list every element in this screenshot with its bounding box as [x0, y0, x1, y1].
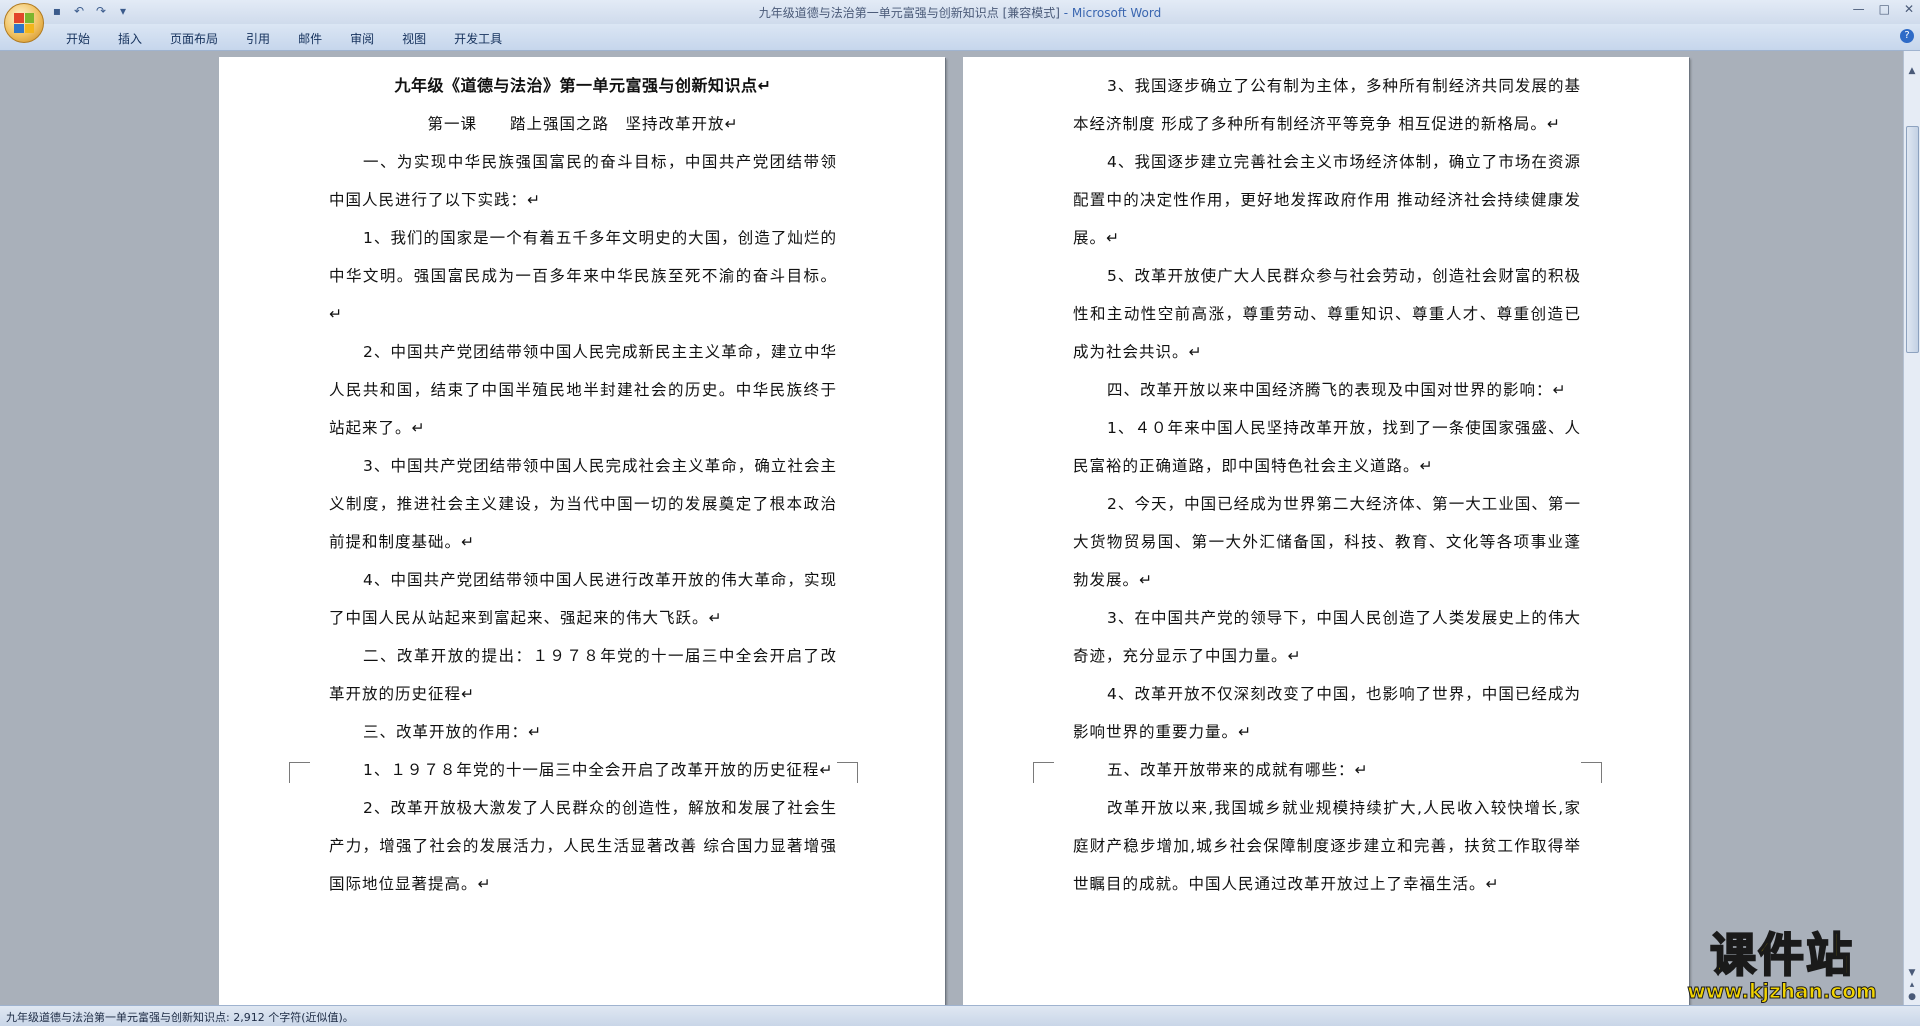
- ribbon-tabs: 开始 插入 页面布局 引用 邮件 审阅 视图 开发工具: [52, 30, 516, 47]
- paragraph: 4、中国共产党团结带领中国人民进行改革开放的伟大革命，实现了中国人民从站起来到富…: [329, 571, 837, 627]
- paragraph: 4、我国逐步建立完善社会主义市场经济体制，确立了市场在资源配置中的决定性作用，更…: [1073, 153, 1581, 247]
- page-1[interactable]: 九年级《道德与法治》第一单元富强与创新知识点↵ 第一课 踏上强国之路 坚持改革开…: [219, 57, 945, 1005]
- paragraph: 四、改革开放以来中国经济腾飞的表现及中国对世界的影响：↵: [1107, 381, 1567, 399]
- crop-mark: [289, 762, 310, 783]
- watermark-title: 课件站: [1709, 928, 1854, 982]
- close-button[interactable]: ✕: [1904, 2, 1914, 16]
- tab-view[interactable]: 视图: [388, 30, 440, 47]
- minimize-button[interactable]: —: [1853, 2, 1865, 16]
- paragraph: 一、为实现中华民族强国富民的奋斗目标，中国共产党团结带领中国人民进行了以下实践：…: [329, 153, 837, 209]
- paragraph: 改革开放以来,我国城乡就业规模持续扩大,人民收入较快增长,家庭财产稳步增加,城乡…: [1073, 799, 1581, 893]
- watermark-url: www.kjzhan.com: [1687, 979, 1878, 1003]
- window-title: 九年级道德与法治第一单元富强与创新知识点 [兼容模式] - Microsoft …: [0, 4, 1920, 21]
- tab-mailings[interactable]: 邮件: [284, 30, 336, 47]
- title-bar: ▪ ↶ ↷ ▾ 九年级道德与法治第一单元富强与创新知识点 [兼容模式] - Mi…: [0, 0, 1920, 24]
- paragraph: 3、我国逐步确立了公有制为主体，多种所有制经济共同发展的基本经济制度 形成了多种…: [1073, 77, 1581, 133]
- tab-home[interactable]: 开始: [52, 30, 104, 47]
- document-area[interactable]: 九年级《道德与法治》第一单元富强与创新知识点↵ 第一课 踏上强国之路 坚持改革开…: [0, 51, 1904, 1005]
- select-browse-object-icon[interactable]: ●: [1906, 991, 1918, 1003]
- scrollbar-thumb[interactable]: [1906, 126, 1919, 353]
- page-2-text: 3、我国逐步确立了公有制为主体，多种所有制经济共同发展的基本经济制度 形成了多种…: [1073, 67, 1581, 903]
- paragraph: 2、中国共产党团结带领中国人民完成新民主主义革命，建立中华人民共和国，结束了中国…: [329, 343, 837, 437]
- paragraph: 3、中国共产党团结带领中国人民完成社会主义革命，确立社会主义制度，推进社会主义建…: [329, 457, 837, 551]
- tab-developer[interactable]: 开发工具: [440, 30, 516, 47]
- paragraph: 2、改革开放极大激发了人民群众的创造性，解放和发展了社会生产力，增强了社会的发展…: [329, 799, 837, 893]
- watermark-logo: 课件站 www.kjzhan.com: [1662, 928, 1902, 1005]
- paragraph: 五、改革开放带来的成就有哪些：↵: [1107, 761, 1369, 779]
- paragraph: 1、我们的国家是一个有着五千多年文明史的大国，创造了灿烂的中华文明。强国富民成为…: [329, 229, 837, 323]
- paragraph: 三、改革开放的作用：↵: [363, 723, 543, 741]
- ribbon: 开始 插入 页面布局 引用 邮件 审阅 视图 开发工具 ?: [0, 24, 1920, 51]
- window-controls: — □ ✕: [1853, 2, 1914, 16]
- crop-mark: [1033, 762, 1054, 783]
- status-text: 九年级道德与法治第一单元富强与创新知识点: 2,912 个字符(近似值)。: [6, 1011, 354, 1024]
- office-button[interactable]: [4, 3, 44, 43]
- help-icon[interactable]: ?: [1900, 29, 1914, 43]
- crop-mark: [837, 762, 858, 783]
- tab-page-layout[interactable]: 页面布局: [156, 30, 232, 47]
- paragraph: 4、改革开放不仅深刻改变了中国，也影响了世界，中国已经成为影响世界的重要力量。↵: [1073, 685, 1581, 741]
- tab-references[interactable]: 引用: [232, 30, 284, 47]
- paragraph: 3、在中国共产党的领导下，中国人民创造了人类发展史上的伟大奇迹，充分显示了中国力…: [1073, 609, 1581, 665]
- scroll-up-icon[interactable]: ▲: [1906, 65, 1918, 77]
- paragraph: 2、今天，中国已经成为世界第二大经济体、第一大工业国、第一大货物贸易国、第一大外…: [1073, 495, 1581, 589]
- document-heading: 九年级《道德与法治》第一单元富强与创新知识点↵: [394, 76, 772, 95]
- crop-mark: [1581, 762, 1602, 783]
- paragraph: 5、改革开放使广大人民群众参与社会劳动，创造社会财富的积极性和主动性空前高涨，尊…: [1073, 267, 1581, 361]
- paragraph: 二、改革开放的提出：１９７８年党的十一届三中全会开启了改革开放的历史征程↵: [329, 647, 837, 703]
- office-logo-icon: [14, 13, 34, 33]
- document-title: 九年级道德与法治第一单元富强与创新知识点 [兼容模式]: [758, 6, 1060, 20]
- paragraph: 1、１９７８年党的十一届三中全会开启了改革开放的历史征程↵: [363, 761, 834, 779]
- maximize-button[interactable]: □: [1879, 2, 1890, 16]
- app-name: - Microsoft Word: [1059, 6, 1162, 20]
- vertical-scrollbar[interactable]: ▲ ▼ ▴ ●: [1903, 51, 1920, 1005]
- tab-insert[interactable]: 插入: [104, 30, 156, 47]
- status-bar: 九年级道德与法治第一单元富强与创新知识点: 2,912 个字符(近似值)。: [0, 1005, 1920, 1026]
- lesson-subtitle: 第一课 踏上强国之路 坚持改革开放↵: [427, 115, 739, 133]
- paragraph: 1、４０年来中国人民坚持改革开放，找到了一条使国家强盛、人民富裕的正确道路，即中…: [1073, 419, 1581, 475]
- page-1-text: 九年级《道德与法治》第一单元富强与创新知识点↵ 第一课 踏上强国之路 坚持改革开…: [329, 67, 837, 903]
- previous-page-icon[interactable]: ▴: [1906, 979, 1918, 991]
- page-2[interactable]: 3、我国逐步确立了公有制为主体，多种所有制经济共同发展的基本经济制度 形成了多种…: [963, 57, 1689, 1005]
- tab-review[interactable]: 审阅: [336, 30, 388, 47]
- scroll-down-icon[interactable]: ▼: [1906, 967, 1918, 979]
